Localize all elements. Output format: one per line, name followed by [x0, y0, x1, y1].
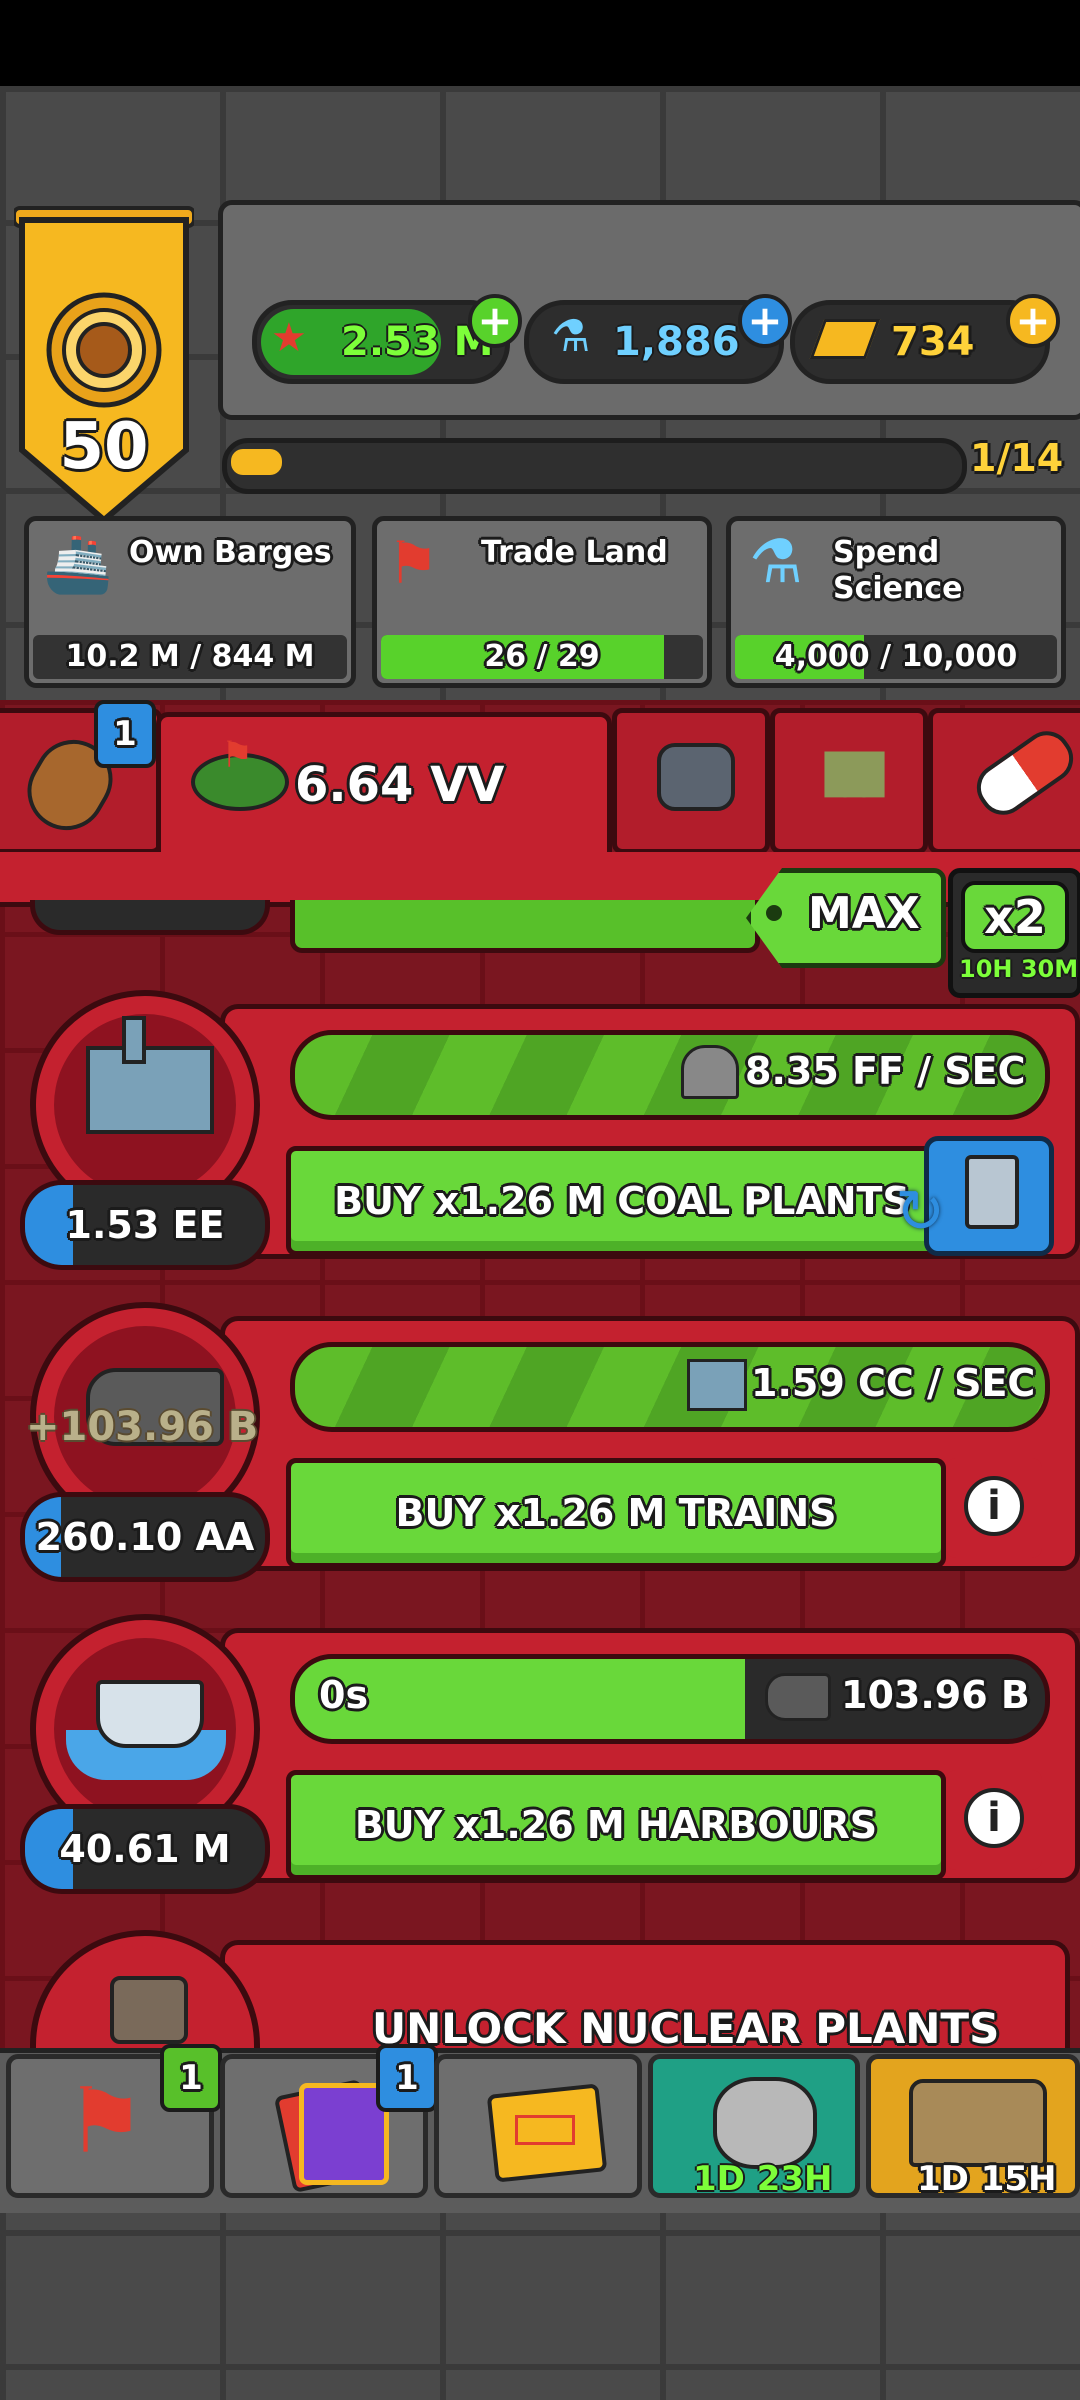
- xp-bar: [222, 438, 967, 494]
- pill-icon: [967, 721, 1080, 825]
- tab-pill[interactable]: [928, 708, 1080, 854]
- quest-title: Trade Land: [481, 535, 668, 570]
- cash-cap-icon: ★: [271, 315, 307, 361]
- manager-button[interactable]: ↻: [895, 1136, 1054, 1256]
- nav-moon-mission[interactable]: 1D 23H: [648, 2054, 860, 2199]
- buy-trains-button[interactable]: BUY x1.26 M TRAINS: [286, 1458, 946, 1568]
- medal-icon: [46, 292, 162, 408]
- owned-count-pill: 40.61 M: [20, 1804, 270, 1894]
- quest-spend-science[interactable]: ⚗ Spend Science 4,000 / 10,000: [726, 516, 1066, 688]
- tab-badge: 1: [94, 700, 156, 768]
- chest-icon: [909, 2079, 1047, 2167]
- floating-income: +103.96 B: [26, 1404, 259, 1450]
- asteroid-icon: [713, 2077, 817, 2169]
- nav-secret-files[interactable]: [434, 2054, 642, 2198]
- production-rate: 1.59 CC / SEC: [751, 1361, 1036, 1405]
- nav-chests[interactable]: 1D 15H: [866, 2054, 1080, 2199]
- partial-row-bar: [290, 900, 760, 953]
- nav-timer: 1D 15H: [917, 2159, 1057, 2199]
- chimney-icon: [122, 1016, 146, 1064]
- quest-own-barges[interactable]: 🚢 Own Barges 10.2 M / 844 M: [24, 516, 356, 688]
- buy-coal-plants-button[interactable]: BUY x1.26 M COAL PLANTS: [286, 1146, 958, 1256]
- science-value: 1,886: [613, 319, 740, 365]
- factory-icon: [687, 1359, 747, 1411]
- nav-timer: 1D 23H: [693, 2159, 833, 2199]
- flag-icon: ⚑: [65, 2069, 146, 2174]
- tab-ammo[interactable]: ▮▮▮: [770, 708, 928, 854]
- production-rate: 103.96 B: [841, 1673, 1030, 1717]
- land-value: 6.64 VV: [295, 757, 505, 813]
- buy-harbours-button[interactable]: BUY x1.26 M HARBOURS: [286, 1770, 946, 1880]
- quest-progress: 10.2 M / 844 M: [65, 639, 315, 674]
- add-science-button[interactable]: +: [738, 294, 792, 348]
- owned-count: 260.10 AA: [35, 1515, 255, 1559]
- x2-label-box: x2: [961, 881, 1069, 953]
- gold-bars-icon: [809, 319, 881, 359]
- flask-icon: ⚗: [551, 311, 591, 362]
- info-button[interactable]: i: [946, 1770, 1042, 1870]
- producer-card-trains: +103.96 B 1.59 CC / SEC BUY x1.26 M TRAI…: [20, 1302, 1080, 1582]
- production-progress: 8.35 FF / SEC: [290, 1030, 1050, 1120]
- add-cash-button[interactable]: +: [468, 294, 522, 348]
- factory-icon: [86, 1046, 214, 1134]
- barge-icon: 🚢: [43, 532, 113, 597]
- owned-count: 40.61 M: [59, 1827, 231, 1871]
- max-label: MAX: [808, 888, 920, 939]
- add-gold-button[interactable]: +: [1006, 294, 1060, 348]
- nav-badge: 1: [160, 2044, 222, 2112]
- quest-progress: 26 / 29: [484, 639, 600, 674]
- xp-fill: [231, 449, 283, 475]
- producer-card-coal-plants: 8.35 FF / SEC BUY x1.26 M COAL PLANTS ↻ …: [20, 990, 1080, 1270]
- ammo-icon: ▮▮▮: [819, 735, 890, 805]
- boost-label: x2: [984, 890, 1046, 944]
- cycle-arrow-icon: ↻: [895, 1177, 946, 1247]
- quest-trade-land[interactable]: ⚑ Trade Land 26 / 29: [372, 516, 712, 688]
- quest-title: Spend Science: [833, 535, 963, 606]
- mine-icon: [681, 1045, 739, 1099]
- quest-progress-bar: 10.2 M / 844 M: [33, 635, 347, 679]
- flag-icon: ⚑: [387, 529, 439, 597]
- unlock-label: UNLOCK NUCLEAR PLANTS: [372, 2004, 1000, 2053]
- quest-progress: 4,000 / 10,000: [774, 639, 1018, 674]
- nav-badge: 1: [376, 2044, 438, 2112]
- tab-ore[interactable]: [612, 708, 770, 854]
- player-level: 50: [59, 410, 149, 484]
- quest-progress-bar: 26 / 29: [381, 635, 703, 679]
- x2-boost-button[interactable]: x2 10H 30M: [948, 868, 1080, 998]
- production-rate: 8.35 FF / SEC: [745, 1049, 1026, 1093]
- owned-count-pill: 260.10 AA: [20, 1492, 270, 1582]
- info-icon: i: [964, 1788, 1024, 1848]
- owned-count: 1.53 EE: [65, 1203, 225, 1247]
- boost-timer: 10H 30M: [959, 955, 1079, 983]
- max-dot: [766, 905, 782, 921]
- quest-progress-bar: 4,000 / 10,000: [735, 635, 1057, 679]
- nuclear-icon: [110, 1976, 188, 2044]
- producer-card-harbours: 0s 103.96 B BUY x1.26 M HARBOURS i 40.61…: [20, 1614, 1080, 1894]
- xp-progress-text: 1/14: [970, 436, 1064, 480]
- flask-icon: ⚗: [749, 527, 803, 597]
- production-timer: 0s: [319, 1673, 369, 1717]
- info-icon: i: [964, 1476, 1024, 1536]
- tab-land[interactable]: ⚑ 6.64 VV: [156, 712, 612, 867]
- info-button[interactable]: i: [946, 1458, 1042, 1558]
- ore-icon: [657, 743, 735, 811]
- production-progress: 0s 103.96 B: [290, 1654, 1050, 1744]
- stamp-mark: [515, 2115, 575, 2145]
- production-progress: 1.59 CC / SEC: [290, 1342, 1050, 1432]
- flag-icon: ⚑: [221, 735, 254, 776]
- tablet-icon: [965, 1155, 1019, 1229]
- partial-row-pill: [30, 900, 270, 935]
- gold-value: 734: [891, 319, 975, 365]
- train-icon: [765, 1673, 831, 1721]
- quest-title: Own Barges: [129, 535, 332, 570]
- ship-icon: [96, 1680, 204, 1748]
- owned-count-pill: 1.53 EE: [20, 1180, 270, 1270]
